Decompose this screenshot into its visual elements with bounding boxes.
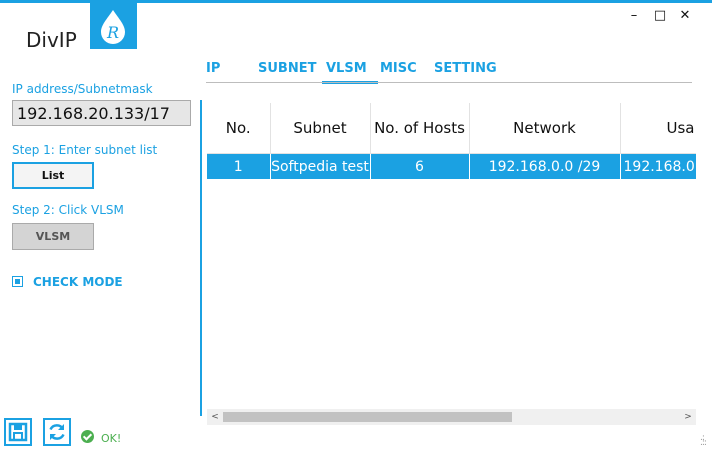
maximize-button[interactable]: □	[652, 8, 668, 24]
cell-usable[interactable]: 192.168.0	[620, 153, 696, 179]
minimize-button[interactable]: –	[626, 8, 642, 24]
tab-vlsm[interactable]: VLSM	[326, 61, 367, 76]
app-title: DivIP	[26, 28, 77, 52]
status-text: OK!	[101, 432, 122, 445]
tab-ip[interactable]: IP	[206, 61, 220, 76]
sidebar-divider	[200, 100, 202, 416]
tab-setting[interactable]: SETTING	[434, 61, 497, 76]
app-logo: R	[90, 3, 137, 49]
tab-misc[interactable]: MISC	[380, 61, 417, 76]
check-mode-label[interactable]: CHECK MODE	[33, 275, 123, 289]
tab-subnet[interactable]: SUBNET	[258, 61, 316, 76]
scroll-left-icon[interactable]: <	[207, 409, 223, 425]
column-header-usable[interactable]: Usa	[620, 103, 696, 154]
save-button[interactable]	[4, 418, 32, 446]
cell-hosts[interactable]: 6	[370, 153, 470, 179]
list-button[interactable]: List	[12, 162, 94, 189]
resize-grip-icon[interactable]: .:.::	[700, 434, 707, 448]
tab-bar-divider	[206, 82, 692, 83]
step2-label: Step 2: Click VLSM	[12, 203, 124, 217]
horizontal-scrollbar[interactable]: < >	[207, 409, 696, 425]
column-header-network[interactable]: Network	[469, 103, 621, 154]
cell-network[interactable]: 192.168.0.0 /29	[469, 153, 621, 179]
scroll-right-icon[interactable]: >	[680, 409, 696, 425]
scrollbar-thumb[interactable]	[223, 412, 512, 422]
vlsm-results-grid[interactable]: No. Subnet No. of Hosts Network Usa 1 So…	[207, 103, 696, 409]
column-header-no[interactable]: No.	[207, 103, 271, 154]
logo-letter: R	[106, 23, 119, 42]
check-mode-checkbox[interactable]	[12, 276, 23, 287]
refresh-button[interactable]	[43, 418, 71, 446]
column-header-subnet[interactable]: Subnet	[270, 103, 371, 154]
table-header-row: No. Subnet No. of Hosts Network Usa	[207, 103, 696, 154]
refresh-icon	[49, 424, 65, 440]
ip-address-label: IP address/Subnetmask	[12, 82, 153, 96]
close-button[interactable]: ✕	[677, 8, 693, 24]
cell-no[interactable]: 1	[207, 153, 271, 179]
ip-address-input[interactable]: 192.168.20.133/17	[12, 100, 191, 126]
column-header-hosts[interactable]: No. of Hosts	[370, 103, 470, 154]
vlsm-button[interactable]: VLSM	[12, 223, 94, 250]
drop-logo-icon: R	[101, 10, 125, 44]
table-row[interactable]: 1 Softpedia test 6 192.168.0.0 /29 192.1…	[207, 153, 696, 179]
cell-subnet[interactable]: Softpedia test	[270, 153, 371, 179]
step1-label: Step 1: Enter subnet list	[12, 143, 158, 157]
ok-check-icon	[81, 430, 94, 443]
save-icon	[8, 422, 28, 442]
